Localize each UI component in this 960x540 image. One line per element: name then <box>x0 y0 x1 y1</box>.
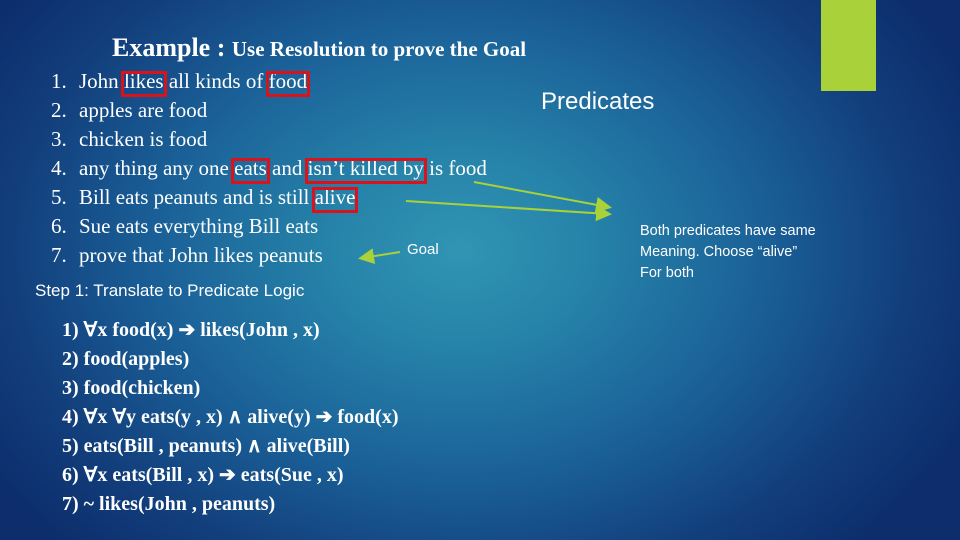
logic-item: 7) ~ likes(John , peanuts) <box>62 493 276 515</box>
logic-item: 1) ∀x food(x) ➔ likes(John , x) <box>62 319 320 341</box>
slide-title: Example : Use Resolution to prove the Go… <box>112 33 526 63</box>
logic-item: 2) food(apples) <box>62 348 190 370</box>
statement-4: 4. any thing any one eats and isn’t kille… <box>51 156 487 180</box>
highlight-alive: alive <box>314 185 356 209</box>
logic-list: 1) ∀x food(x) ➔ likes(John , x) 2) food(… <box>62 316 398 519</box>
arrow-isnt-killed-by <box>473 181 612 213</box>
title-sub: Use Resolution to prove the Goal <box>231 37 527 61</box>
logic-item: 6) ∀x eats(Bill , x) ➔ eats(Sue , x) <box>62 464 344 486</box>
title-main: Example : <box>112 33 232 62</box>
slide: Example : Use Resolution to prove the Go… <box>0 0 960 540</box>
highlight-eats: eats <box>234 156 267 180</box>
logic-item: 3) food(chicken) <box>62 377 201 399</box>
accent-bar <box>821 0 876 91</box>
statement-1: 1. John likes all kinds of food <box>51 69 308 93</box>
logic-item: 5) eats(Bill , peanuts) ∧ alive(Bill) <box>62 435 350 457</box>
note-text: Both predicates have same Meaning. Choos… <box>640 223 816 281</box>
highlight-likes: likes <box>123 69 164 93</box>
logic-item: 4) ∀x ∀y eats(y , x) ∧ alive(y) ➔ food(x… <box>62 406 399 428</box>
goal-label: Goal <box>407 241 439 258</box>
statement-5: 5. Bill eats peanuts and is still alive <box>51 185 356 209</box>
highlight-food: food <box>268 69 308 93</box>
predicates-label: Predicates <box>541 88 655 115</box>
statement-6: 6. Sue eats everything Bill eats <box>51 214 319 238</box>
step-label: Step 1: Translate to Predicate Logic <box>35 281 305 300</box>
highlight-isnt-killed-by: isn’t killed by <box>307 156 424 180</box>
statement-3: 3. chicken is food <box>51 127 208 151</box>
statement-2: 2. apples are food <box>51 98 208 122</box>
statements-list: 1. John likes all kinds of food 2. apples … <box>51 67 487 270</box>
